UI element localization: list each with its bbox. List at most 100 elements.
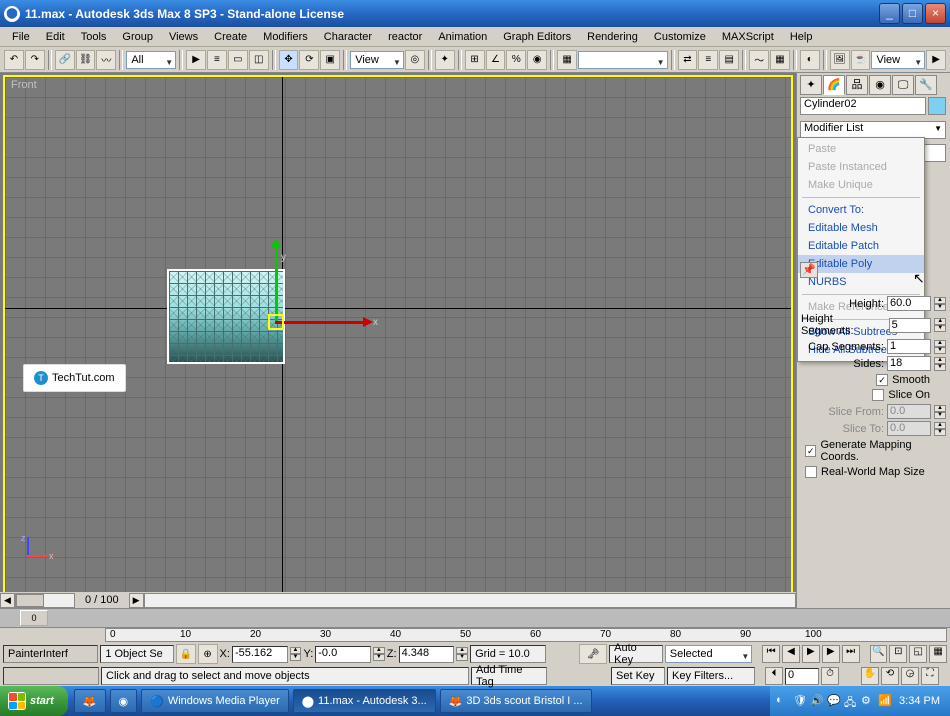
y-dn[interactable]: ▼: [373, 654, 385, 661]
prev-frame-button[interactable]: ◀: [782, 645, 800, 663]
scroll-right-button[interactable]: ▶: [129, 593, 144, 608]
schematic-button[interactable]: ▦: [770, 50, 790, 70]
tab-motion[interactable]: ◉: [869, 75, 891, 95]
smooth-checkbox[interactable]: ✓: [876, 374, 888, 386]
real-world-checkbox[interactable]: [805, 466, 817, 478]
render-scene-button[interactable]: 🖼: [830, 50, 850, 70]
time-slider[interactable]: 0: [0, 609, 950, 627]
menu-maxscript[interactable]: MAXScript: [714, 29, 782, 45]
object-name-field[interactable]: Cylinder02: [800, 97, 926, 115]
zoom-extents-button[interactable]: ◱: [909, 645, 927, 663]
cm-editable-patch[interactable]: Editable Patch: [798, 237, 924, 255]
zoom-extents-all-button[interactable]: ▦: [929, 645, 947, 663]
tray-icon-5[interactable]: 🖧: [844, 694, 858, 708]
x-coord-field[interactable]: -55.162: [232, 646, 288, 663]
absolute-relative-button[interactable]: ⊕: [198, 644, 218, 664]
curve-editor-button[interactable]: 〜: [749, 50, 769, 70]
set-key-button[interactable]: Set Key: [611, 667, 665, 685]
y-up[interactable]: ▲: [373, 647, 385, 654]
move-button[interactable]: ✥: [279, 50, 299, 70]
cm-editable-mesh[interactable]: Editable Mesh: [798, 219, 924, 237]
menu-modifiers[interactable]: Modifiers: [255, 29, 316, 45]
select-button[interactable]: ▶: [186, 50, 206, 70]
hseg-up[interactable]: ▲: [934, 318, 946, 325]
auto-key-button[interactable]: Auto Key: [609, 645, 663, 663]
tray-icon-4[interactable]: 💬: [827, 694, 841, 708]
task-wmp[interactable]: 🔵 Windows Media Player: [141, 689, 289, 713]
viewport-front[interactable]: Front y x T TechTut.com z x: [3, 75, 793, 605]
cap-segments-spinner[interactable]: 1: [887, 339, 931, 354]
cseg-up[interactable]: ▲: [934, 340, 946, 347]
z-up[interactable]: ▲: [456, 647, 468, 654]
menu-animation[interactable]: Animation: [430, 29, 495, 45]
add-time-tag-button[interactable]: Add Time Tag: [471, 667, 547, 685]
x-dn[interactable]: ▼: [290, 654, 302, 661]
z-coord-field[interactable]: 4.348: [399, 646, 455, 663]
undo-button[interactable]: ↶: [4, 50, 24, 70]
window-crossing-button[interactable]: ◫: [249, 50, 269, 70]
spinner-snap-button[interactable]: ◉: [527, 50, 547, 70]
fov-button[interactable]: ◶: [901, 667, 919, 685]
tab-modify[interactable]: 🌈: [823, 75, 845, 95]
x-up[interactable]: ▲: [290, 647, 302, 654]
select-manipulate-button[interactable]: ✦: [435, 50, 455, 70]
menu-group[interactable]: Group: [114, 29, 161, 45]
unlink-button[interactable]: ⛓: [76, 50, 96, 70]
render-button[interactable]: ▶: [926, 50, 946, 70]
quicklaunch-app[interactable]: ◉: [110, 689, 138, 713]
next-frame-button[interactable]: ▶: [822, 645, 840, 663]
zoom-button[interactable]: 🔍: [870, 645, 888, 663]
key-filter-combo[interactable]: Selected: [665, 645, 752, 663]
slice-on-checkbox[interactable]: [872, 389, 884, 401]
named-selection-combo[interactable]: [578, 51, 668, 69]
gizmo-y-axis[interactable]: [275, 241, 278, 321]
time-ruler[interactable]: 0 10 20 30 40 50 60 70 80 90 100: [0, 627, 950, 643]
menu-views[interactable]: Views: [161, 29, 206, 45]
scroll-left-button[interactable]: ◀: [0, 593, 15, 608]
close-button[interactable]: ×: [925, 3, 946, 24]
menu-help[interactable]: Help: [782, 29, 821, 45]
tray-icon-3[interactable]: 🔊: [810, 694, 824, 708]
layers-button[interactable]: ▤: [719, 50, 739, 70]
pivot-button[interactable]: ◎: [405, 50, 425, 70]
menu-grapheditors[interactable]: Graph Editors: [495, 29, 579, 45]
link-button[interactable]: 🔗: [55, 50, 75, 70]
menu-tools[interactable]: Tools: [73, 29, 115, 45]
bind-spacewarp-button[interactable]: 〰: [96, 50, 116, 70]
menu-rendering[interactable]: Rendering: [579, 29, 646, 45]
hseg-dn[interactable]: ▼: [934, 325, 946, 332]
quick-render-button[interactable]: ☕: [851, 50, 871, 70]
z-dn[interactable]: ▼: [456, 654, 468, 661]
menu-create[interactable]: Create: [206, 29, 255, 45]
menu-reactor[interactable]: reactor: [380, 29, 430, 45]
select-region-button[interactable]: ▭: [228, 50, 248, 70]
menu-file[interactable]: File: [4, 29, 38, 45]
gen-mapping-checkbox[interactable]: ✓: [805, 445, 816, 457]
render-view-combo[interactable]: View: [871, 51, 925, 69]
mirror-button[interactable]: ⇄: [678, 50, 698, 70]
goto-start-button[interactable]: ⏮: [762, 645, 780, 663]
object-color-swatch[interactable]: [928, 97, 946, 115]
tray-icon-6[interactable]: ⚙: [861, 694, 875, 708]
pin-stack-button[interactable]: 📌: [800, 262, 818, 278]
height-up[interactable]: ▲: [934, 297, 946, 304]
sides-up[interactable]: ▲: [934, 357, 946, 364]
tray-icon-7[interactable]: 📶: [878, 694, 892, 708]
snap-button[interactable]: ⊞: [465, 50, 485, 70]
key-mode-button[interactable]: 🗝: [579, 644, 607, 664]
tray-icon-2[interactable]: 🛡: [793, 694, 807, 708]
height-dn[interactable]: ▼: [934, 304, 946, 311]
task-3dsmax[interactable]: ⬤ 11.max - Autodesk 3...: [293, 689, 436, 713]
menu-customize[interactable]: Customize: [646, 29, 714, 45]
height-segments-spinner[interactable]: 5: [889, 318, 932, 333]
tab-utilities[interactable]: 🔧: [915, 75, 937, 95]
percent-snap-button[interactable]: %: [506, 50, 526, 70]
maxmin-viewport-button[interactable]: ⛶: [921, 667, 939, 685]
y-coord-field[interactable]: -0.0: [315, 646, 371, 663]
redo-button[interactable]: ↷: [25, 50, 45, 70]
tab-create[interactable]: ✦: [800, 75, 822, 95]
zoom-all-button[interactable]: ⊡: [889, 645, 907, 663]
key-filters-button[interactable]: Key Filters...: [667, 667, 755, 685]
gizmo-x-axis[interactable]: [275, 321, 370, 324]
refcoord-combo[interactable]: View: [350, 51, 404, 69]
